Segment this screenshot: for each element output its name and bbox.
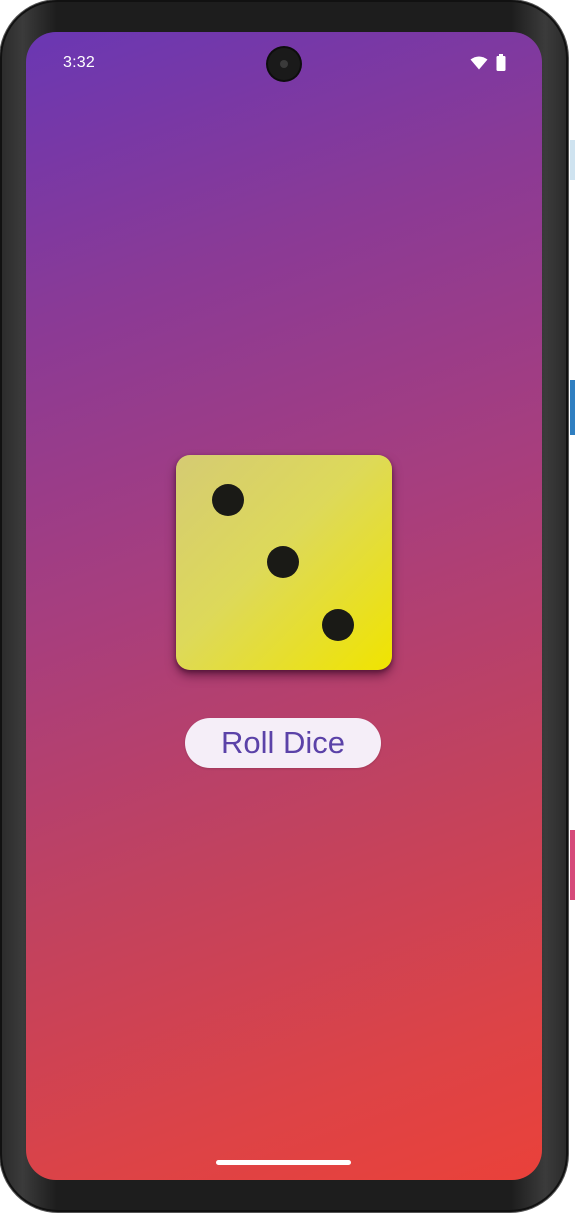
front-camera	[268, 48, 300, 80]
status-icons	[470, 54, 506, 71]
background-window-edge	[570, 380, 575, 435]
dice-pip	[212, 484, 244, 516]
phone-device-frame: 3:32 Roll Dice	[0, 0, 568, 1212]
app-screen: 3:32 Roll Dice	[26, 32, 542, 1180]
battery-icon	[496, 54, 506, 71]
background-window-edge	[570, 140, 575, 180]
dice-pip	[267, 546, 299, 578]
home-gesture-bar[interactable]	[216, 1160, 351, 1165]
dice-pip	[322, 609, 354, 641]
status-time: 3:32	[63, 54, 95, 71]
wifi-icon	[470, 56, 488, 70]
background-window-edge	[570, 830, 575, 900]
dice-image	[176, 455, 392, 670]
roll-dice-button[interactable]: Roll Dice	[185, 718, 381, 768]
status-bar: 3:32	[26, 32, 542, 92]
